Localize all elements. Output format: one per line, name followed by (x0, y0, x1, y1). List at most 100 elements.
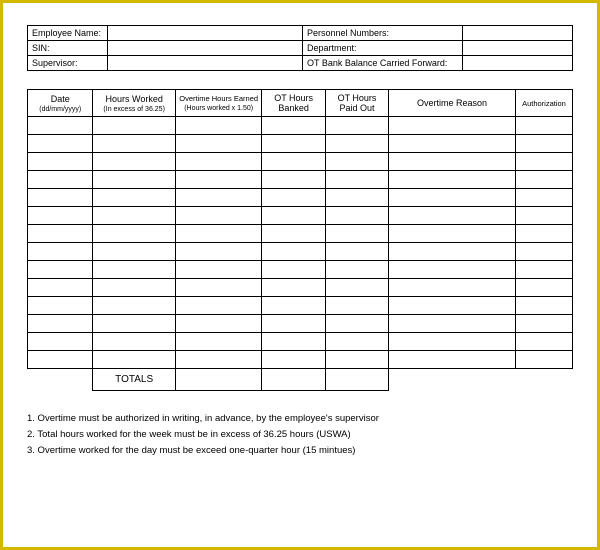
header-hours-worked: Hours Worked (In excess of 36.25) (93, 90, 175, 117)
table-row (28, 135, 573, 153)
table-cell (262, 351, 325, 369)
totals-label: TOTALS (93, 369, 175, 391)
table-cell (93, 189, 175, 207)
table-cell (93, 117, 175, 135)
employee-name-value (108, 26, 303, 41)
sin-label: SIN: (28, 41, 108, 56)
table-cell (262, 297, 325, 315)
table-cell (93, 315, 175, 333)
table-row (28, 117, 573, 135)
table-cell (93, 351, 175, 369)
table-cell (389, 117, 516, 135)
table-cell (28, 189, 93, 207)
table-cell (325, 243, 388, 261)
table-cell (389, 297, 516, 315)
table-cell (262, 189, 325, 207)
totals-blank (28, 369, 93, 391)
table-row (28, 333, 573, 351)
table-cell (389, 261, 516, 279)
table-cell (389, 315, 516, 333)
header-ot-paid: OT Hours Paid Out (325, 90, 388, 117)
table-cell (515, 333, 572, 351)
table-cell (175, 351, 262, 369)
totals-ot-earned (175, 369, 262, 391)
table-cell (93, 207, 175, 225)
table-cell (325, 315, 388, 333)
table-cell (28, 351, 93, 369)
table-cell (93, 171, 175, 189)
document-frame: Employee Name: Personnel Numbers: SIN: D… (0, 0, 600, 550)
table-cell (28, 333, 93, 351)
note-2: 2. Total hours worked for the week must … (27, 427, 573, 443)
note-3: 3. Overtime worked for the day must be e… (27, 443, 573, 459)
table-cell (175, 315, 262, 333)
table-row (28, 279, 573, 297)
table-cell (515, 225, 572, 243)
table-cell (262, 153, 325, 171)
table-cell (325, 153, 388, 171)
table-cell (93, 279, 175, 297)
header-ot-earned: Overtime Hours Earned (Hours worked x 1.… (175, 90, 262, 117)
table-cell (175, 135, 262, 153)
table-cell (325, 297, 388, 315)
table-row (28, 207, 573, 225)
table-cell (325, 261, 388, 279)
employee-name-label: Employee Name: (28, 26, 108, 41)
table-cell (515, 315, 572, 333)
table-cell (93, 153, 175, 171)
table-cell (93, 261, 175, 279)
table-cell (175, 261, 262, 279)
table-cell (389, 153, 516, 171)
table-cell (175, 279, 262, 297)
table-cell (325, 225, 388, 243)
table-row (28, 243, 573, 261)
table-cell (515, 135, 572, 153)
table-cell (389, 207, 516, 225)
table-header-row: Date (dd/mm/yyyy) Hours Worked (In exces… (28, 90, 573, 117)
table-cell (389, 135, 516, 153)
overtime-table: Date (dd/mm/yyyy) Hours Worked (In exces… (27, 89, 573, 391)
table-cell (175, 225, 262, 243)
table-row (28, 297, 573, 315)
table-cell (28, 297, 93, 315)
header-date: Date (dd/mm/yyyy) (28, 90, 93, 117)
table-cell (389, 171, 516, 189)
table-cell (262, 315, 325, 333)
header-ot-banked: OT Hours Banked (262, 90, 325, 117)
sin-value (108, 41, 303, 56)
table-cell (515, 207, 572, 225)
note-1: 1. Overtime must be authorized in writin… (27, 411, 573, 427)
table-cell (28, 225, 93, 243)
employee-info-table: Employee Name: Personnel Numbers: SIN: D… (27, 25, 573, 71)
table-row (28, 189, 573, 207)
table-cell (389, 189, 516, 207)
department-label: Department: (303, 41, 463, 56)
table-cell (262, 117, 325, 135)
table-cell (325, 117, 388, 135)
table-row (28, 153, 573, 171)
table-cell (389, 225, 516, 243)
totals-blank-auth (515, 369, 572, 391)
table-cell (515, 171, 572, 189)
table-row (28, 225, 573, 243)
personnel-numbers-label: Personnel Numbers: (303, 26, 463, 41)
table-cell (28, 207, 93, 225)
ot-bank-balance-label: OT Bank Balance Carried Forward: (303, 56, 463, 71)
table-cell (28, 171, 93, 189)
table-cell (389, 351, 516, 369)
table-cell (28, 261, 93, 279)
table-cell (515, 351, 572, 369)
table-cell (28, 243, 93, 261)
table-cell (28, 135, 93, 153)
table-cell (389, 243, 516, 261)
table-cell (389, 333, 516, 351)
notes-section: 1. Overtime must be authorized in writin… (27, 411, 573, 459)
table-cell (93, 333, 175, 351)
table-cell (515, 153, 572, 171)
table-cell (262, 171, 325, 189)
table-cell (175, 297, 262, 315)
table-cell (515, 189, 572, 207)
ot-bank-balance-value (463, 56, 573, 71)
table-cell (515, 297, 572, 315)
table-cell (325, 351, 388, 369)
